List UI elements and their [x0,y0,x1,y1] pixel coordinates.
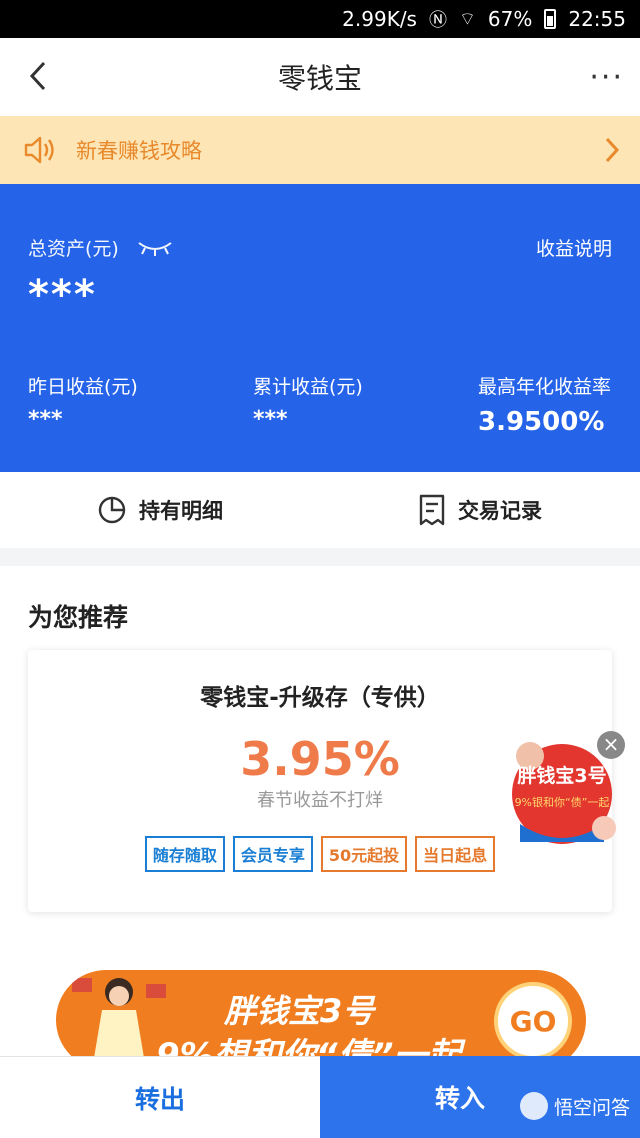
cumulative-earnings-label: 累计收益(元) [253,376,363,398]
close-icon[interactable]: × [597,731,625,759]
earnings-explanation-link[interactable]: 收益说明 [536,234,612,261]
nfc-icon: Ⓝ [428,10,447,31]
max-annual-rate-label: 最高年化收益率 [478,376,612,398]
promo-banner[interactable]: 胖钱宝3号 9%想和你“债”一起 GO [56,970,586,1070]
clock: 22:55 [568,7,626,31]
page-title: 零钱宝 [277,62,362,95]
tag-same-day: 当日起息 [415,836,496,872]
ad-title: 胖钱宝3号 [517,764,606,787]
nav-bar: 零钱宝 ··· [0,38,640,116]
status-bar: 2.99K/s Ⓝ ⌔ 67% 22:55 [0,0,640,38]
banner-line1: 胖钱宝3号 [224,992,375,1030]
chevron-right-icon [605,137,620,163]
asset-panel: 总资产(元) 收益说明 *** 昨日收益(元) *** 累计收益(元) *** … [0,184,640,472]
max-annual-rate-value: 3.9500% [478,407,605,437]
eye-closed-icon[interactable] [137,239,173,257]
speaker-icon [24,136,54,164]
notice-text: 新春赚钱攻略 [76,139,202,163]
back-arrow-icon [29,61,46,91]
max-annual-rate: 最高年化收益率 3.9500% [478,372,611,437]
cumulative-earnings: 累计收益(元) *** [253,372,363,432]
more-icon[interactable]: ··· [589,60,624,95]
yesterday-earnings: 昨日收益(元) *** [28,372,138,432]
battery-icon [544,9,557,29]
go-button[interactable]: GO [494,982,572,1060]
tag-member: 会员专享 [232,836,313,872]
holdings-detail-button[interactable]: 持有明细 [0,472,320,548]
pie-chart-icon [98,496,126,524]
wifi-icon: ⌔ [458,8,476,30]
tag-min-invest: 50元起投 [320,836,408,872]
transaction-records-button[interactable]: 交易记录 [320,472,640,548]
ad-subtitle: 9%银和你“债”一起 [515,795,610,809]
network-speed: 2.99K/s [342,7,417,31]
wukong-logo-icon [519,1092,548,1120]
yesterday-earnings-value: *** [28,407,63,432]
back-button[interactable] [18,56,58,96]
recommend-title: 为您推荐 [28,603,129,632]
total-asset-value: *** [28,272,97,318]
cumulative-earnings-value: *** [253,407,288,432]
watermark-text: 悟空问答 [553,1096,630,1119]
battery-percent: 67% [487,7,533,31]
watermark: 悟空问答 [519,1092,630,1120]
tag-flexible: 随存随取 [144,836,225,872]
product-name: 零钱宝-升级存（专供） [200,685,440,711]
holdings-detail-label: 持有明细 [139,499,223,523]
promo-notice[interactable]: 新春赚钱攻略 [0,116,640,184]
total-asset-label-row: 总资产(元) [28,234,173,261]
transaction-records-label: 交易记录 [458,499,542,523]
total-asset-label: 总资产(元) [28,238,119,260]
transfer-out-button[interactable]: 转出 [0,1056,320,1138]
yesterday-earnings-label: 昨日收益(元) [28,376,138,398]
action-row: 持有明细 交易记录 [0,472,640,548]
document-icon [419,494,445,526]
